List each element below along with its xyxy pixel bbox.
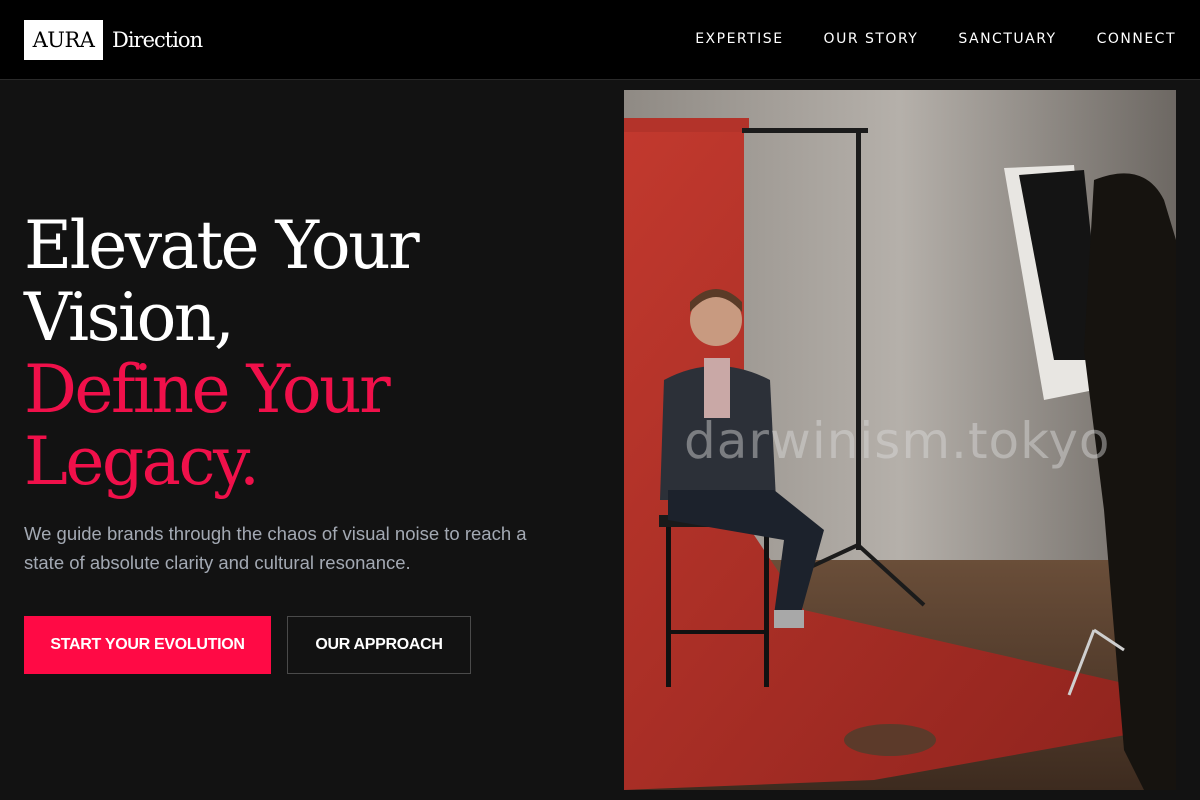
nav-link-expertise[interactable]: EXPERTISE — [695, 30, 783, 48]
watermark-text: darwinism.tokyo — [684, 412, 1111, 470]
hero-headline: Elevate Your Vision, Define Your Legacy. — [24, 210, 584, 498]
hero-subtext: We guide brands through the chaos of vis… — [24, 523, 527, 573]
hero-photo: darwinism.tokyo — [624, 90, 1176, 790]
site-header: AURA Direction EXPERTISE OUR STORY SANCT… — [0, 0, 1200, 80]
nav-link-connect[interactable]: CONNECT — [1097, 30, 1176, 48]
headline-line-2: Vision, — [24, 279, 235, 356]
brand-logo[interactable]: AURA Direction — [24, 20, 203, 60]
start-evolution-button[interactable]: START YOUR EVOLUTION — [24, 616, 271, 674]
headline-accent-line-2: Legacy. — [24, 423, 260, 500]
nav-link-sanctuary[interactable]: SANCTUARY — [958, 30, 1056, 48]
our-approach-button[interactable]: OUR APPROACH — [287, 616, 471, 674]
logo-wordmark: Direction — [112, 28, 203, 52]
headline-line-1: Elevate Your — [24, 207, 420, 284]
headline-accent-line-1: Define Your — [24, 351, 391, 428]
nav-link-our-story[interactable]: OUR STORY — [824, 30, 919, 48]
main-nav: EXPERTISE OUR STORY SANCTUARY CONNECT — [695, 30, 1176, 48]
logo-box: AURA — [24, 20, 103, 60]
